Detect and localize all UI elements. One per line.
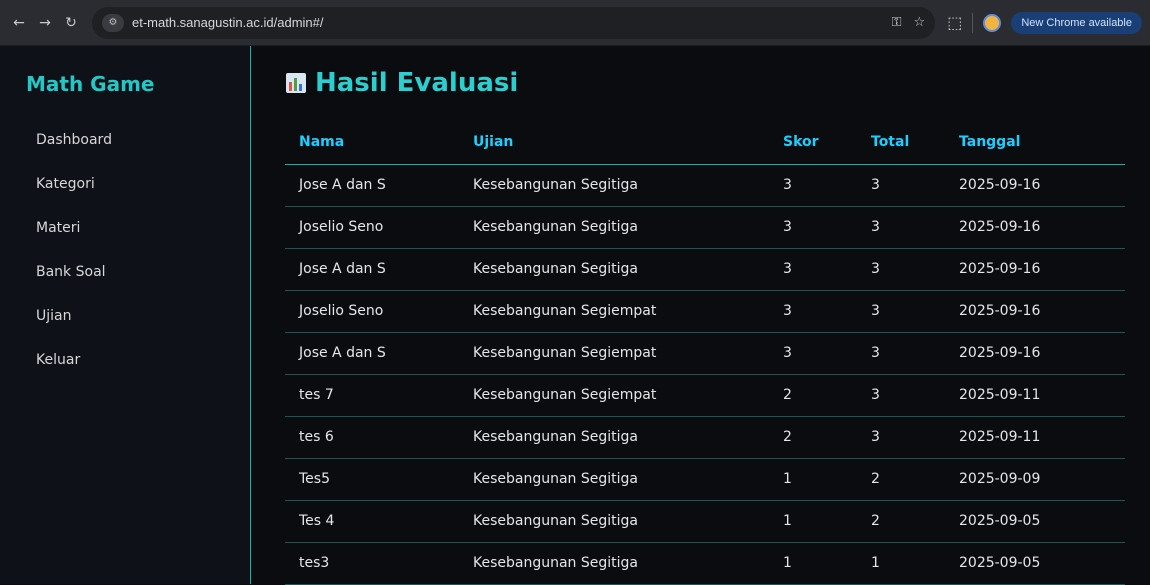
cell-total: 3 [857,416,945,459]
forward-icon[interactable]: → [34,12,56,34]
cell-nama: Jose A dan S [285,164,459,207]
table-row: Jose A dan S Kesebangunan Segitiga 3 3 2… [285,248,1125,291]
cell-total: 3 [857,248,945,291]
page-title: Hasil Evaluasi [285,68,1126,98]
cell-ujian: Kesebangunan Segitiga [459,458,769,501]
cell-skor: 2 [769,416,857,459]
cell-tanggal: 2025-09-11 [945,416,1125,459]
brand-title: Math Game [26,72,155,96]
cell-nama: Joselio Seno [285,290,459,333]
cell-tanggal: 2025-09-16 [945,248,1125,291]
cell-ujian: Kesebangunan Segiempat [459,290,769,333]
cell-tanggal: 2025-09-16 [945,206,1125,249]
cell-tanggal: 2025-09-16 [945,290,1125,333]
cell-nama: Jose A dan S [285,248,459,291]
table-row: Joselio Seno Kesebangunan Segitiga 3 3 2… [285,206,1125,249]
cell-skor: 1 [769,542,857,585]
page-title-text: Hasil Evaluasi [315,68,519,98]
table-row: Joselio Seno Kesebangunan Segiempat 3 3 … [285,290,1125,333]
cell-ujian: Kesebangunan Segitiga [459,164,769,207]
col-tanggal: Tanggal [945,120,1125,165]
results-table: Nama Ujian Skor Total Tanggal Jose A dan… [285,120,1125,585]
extensions-icon[interactable]: ⬚ [947,13,962,32]
cell-total: 3 [857,290,945,333]
cell-nama: tes 6 [285,416,459,459]
col-nama: Nama [285,120,459,165]
cell-skor: 3 [769,332,857,375]
password-key-icon[interactable]: ⚿ [892,15,902,30]
bookmark-star-icon[interactable]: ☆ [914,15,926,30]
table-header-row: Nama Ujian Skor Total Tanggal [285,120,1125,165]
cell-nama: Tes5 [285,458,459,501]
cell-skor: 1 [769,500,857,543]
browser-toolbar: ← → ↻ ⚙ et-math.sanagustin.ac.id/admin#/… [0,0,1150,46]
sidebar-item-kategori[interactable]: Kategori [26,162,250,206]
cell-total: 1 [857,542,945,585]
table-row: tes 7 Kesebangunan Segiempat 2 3 2025-09… [285,374,1125,417]
sidebar-item-ujian[interactable]: Ujian [26,294,250,338]
sidebar: Math Game Dashboard Kategori Materi Bank… [0,46,251,584]
col-skor: Skor [769,120,857,165]
cell-nama: tes3 [285,542,459,585]
cell-nama: Joselio Seno [285,206,459,249]
cell-ujian: Kesebangunan Segiempat [459,374,769,417]
table-row: tes 6 Kesebangunan Segitiga 2 3 2025-09-… [285,416,1125,459]
reload-icon[interactable]: ↻ [60,12,82,34]
cell-nama: Tes 4 [285,500,459,543]
cell-total: 3 [857,332,945,375]
cell-skor: 2 [769,374,857,417]
profile-avatar[interactable] [983,13,1002,32]
main-content: Hasil Evaluasi Nama Ujian Skor Total Tan… [251,46,1150,585]
sidebar-item-materi[interactable]: Materi [26,206,250,250]
cell-tanggal: 2025-09-05 [945,500,1125,543]
site-settings-icon[interactable]: ⚙ [102,13,124,32]
cell-skor: 3 [769,206,857,249]
table-row: tes3 Kesebangunan Segitiga 1 1 2025-09-0… [285,542,1125,585]
cell-skor: 1 [769,458,857,501]
url-text: et-math.sanagustin.ac.id/admin#/ [132,15,324,30]
cell-tanggal: 2025-09-05 [945,542,1125,585]
cell-tanggal: 2025-09-16 [945,332,1125,375]
cell-ujian: Kesebangunan Segitiga [459,500,769,543]
cell-ujian: Kesebangunan Segitiga [459,206,769,249]
col-ujian: Ujian [459,120,769,165]
col-total: Total [857,120,945,165]
address-actions: ⚿ ☆ [892,15,926,30]
toolbar-divider [972,12,974,33]
chrome-update-button[interactable]: New Chrome available [1011,11,1142,34]
cell-total: 2 [857,500,945,543]
table-row: Tes5 Kesebangunan Segitiga 1 2 2025-09-0… [285,458,1125,501]
cell-tanggal: 2025-09-16 [945,164,1125,207]
cell-ujian: Kesebangunan Segitiga [459,416,769,459]
toolbar-right: ⬚ New Chrome available [947,11,1142,34]
cell-skor: 3 [769,290,857,333]
cell-tanggal: 2025-09-11 [945,374,1125,417]
cell-total: 3 [857,206,945,249]
cell-ujian: Kesebangunan Segiempat [459,332,769,375]
cell-ujian: Kesebangunan Segitiga [459,248,769,291]
address-bar[interactable]: ⚙ et-math.sanagustin.ac.id/admin#/ ⚿ ☆ [92,6,936,39]
sidebar-item-bank-soal[interactable]: Bank Soal [26,250,250,294]
cell-nama: tes 7 [285,374,459,417]
table-row: Jose A dan S Kesebangunan Segiempat 3 3 … [285,332,1125,375]
cell-tanggal: 2025-09-09 [945,458,1125,501]
table-row: Tes 4 Kesebangunan Segitiga 1 2 2025-09-… [285,500,1125,543]
cell-nama: Jose A dan S [285,332,459,375]
cell-total: 3 [857,374,945,417]
cell-total: 2 [857,458,945,501]
cell-total: 3 [857,164,945,207]
table-row: Jose A dan S Kesebangunan Segitiga 3 3 2… [285,164,1125,207]
cell-ujian: Kesebangunan Segitiga [459,542,769,585]
back-icon[interactable]: ← [8,12,30,34]
app: Math Game Dashboard Kategori Materi Bank… [0,46,1150,585]
bar-chart-icon [286,73,306,93]
sidebar-item-dashboard[interactable]: Dashboard [26,118,250,162]
cell-skor: 3 [769,248,857,291]
sidebar-item-keluar[interactable]: Keluar [26,338,250,382]
cell-skor: 3 [769,164,857,207]
